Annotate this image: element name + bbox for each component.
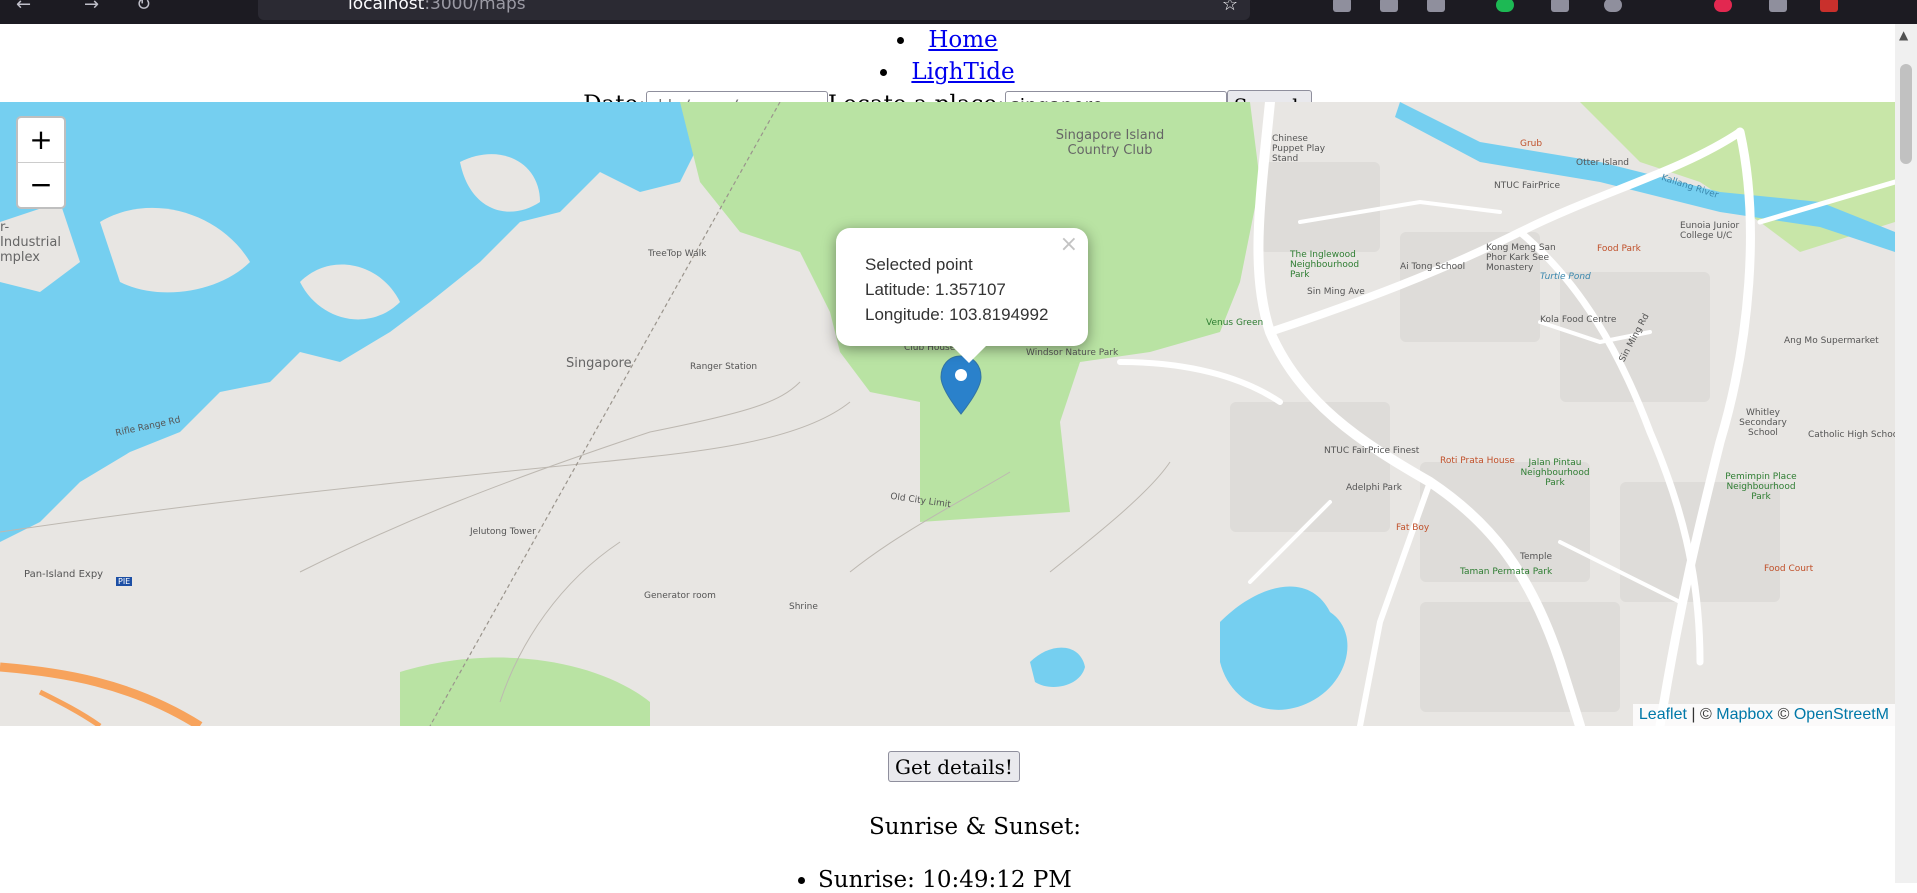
map-label: Otter Island xyxy=(1576,158,1630,168)
map-label: Eunoia Junior College U/C xyxy=(1680,221,1740,241)
home-link[interactable]: Home xyxy=(928,27,997,53)
scrollbar-thumb[interactable] xyxy=(1900,64,1912,164)
map-label: PIE xyxy=(116,577,133,586)
map-label: Roti Prata House xyxy=(1440,456,1515,466)
map-label: NTUC FairPrice Finest xyxy=(1324,446,1420,456)
extension-icon[interactable] xyxy=(1496,0,1514,12)
scroll-up-icon[interactable]: ▲ xyxy=(1899,28,1908,42)
map-label: Whitley Secondary School xyxy=(1739,408,1787,438)
map-label: Adelphi Park xyxy=(1346,483,1402,493)
openstreetmap-link[interactable]: OpenStreetM xyxy=(1794,706,1889,723)
back-icon[interactable]: ← xyxy=(16,0,31,15)
forward-icon[interactable]: → xyxy=(84,0,99,15)
address-bar[interactable]: localhost:3000/maps ☆ xyxy=(258,0,1250,20)
map-label: Ranger Station xyxy=(690,362,758,372)
popup-longitude: Longitude: 103.8194992 xyxy=(865,305,1049,324)
map-attribution: Leaflet | © Mapbox © OpenStreetM xyxy=(1632,704,1895,726)
nav-item: Home xyxy=(0,24,1895,56)
lightide-link[interactable]: LighTide xyxy=(911,59,1014,85)
sun-heading: Sunrise & Sunset: xyxy=(868,814,1082,840)
nav-item: LighTide xyxy=(0,56,1895,88)
get-details-button[interactable]: Get details! xyxy=(888,751,1020,782)
map-label: Temple xyxy=(1520,552,1553,562)
reload-icon[interactable]: ↻ xyxy=(136,0,151,15)
map-label: Chinese Puppet Play Stand xyxy=(1272,134,1326,164)
map-label: Kola Food Centre xyxy=(1540,315,1617,325)
map-label: Generator room xyxy=(644,591,716,601)
leaflet-link[interactable]: Leaflet xyxy=(1639,706,1687,723)
extension-icon[interactable] xyxy=(1714,0,1732,12)
page-scrollbar[interactable]: ▲ xyxy=(1895,24,1917,883)
map-label: Singapore xyxy=(566,356,632,371)
map-label: TreeTop Walk xyxy=(648,249,707,259)
zoom-out-button[interactable]: − xyxy=(18,163,64,207)
browser-toolbar: ← → ↻ localhost:3000/maps ☆ xyxy=(0,0,1917,24)
sunrise-item: Sunrise: 10:49:12 PM xyxy=(818,867,1072,893)
map-label: r-Industrial mplex xyxy=(0,220,61,265)
url-text[interactable]: localhost:3000/maps xyxy=(348,0,526,14)
extension-icon[interactable] xyxy=(1427,0,1445,12)
map-label: Singapore Island Country Club xyxy=(1055,128,1165,158)
map-tiles[interactable] xyxy=(0,102,1895,726)
map-label: Venus Green xyxy=(1206,318,1264,328)
zoom-control: + − xyxy=(16,116,66,209)
account-icon[interactable] xyxy=(1604,0,1622,12)
zoom-in-button[interactable]: + xyxy=(18,118,64,163)
map-label: Food Court xyxy=(1764,564,1814,574)
attribution-separator: © xyxy=(1773,706,1794,723)
map-label: Jalan Pintau Neighbourhood Park xyxy=(1520,458,1590,488)
nav-list: Home LighTide xyxy=(0,24,1895,88)
map-label: Kong Meng San Phor Kark See Monastery xyxy=(1486,243,1556,273)
map-label: Turtle Pond xyxy=(1540,272,1591,282)
map[interactable]: Singapore Island Country Club Singapore … xyxy=(0,102,1895,726)
map-label: Food Park xyxy=(1597,244,1641,254)
map-label: Windsor Nature Park xyxy=(1026,348,1119,358)
map-label: Shrine xyxy=(789,602,818,612)
map-label: Grub xyxy=(1520,139,1543,149)
map-label: Fat Boy xyxy=(1396,523,1430,533)
sun-list: Sunrise: 10:49:12 PM xyxy=(818,867,1072,893)
settings-gear-icon[interactable] xyxy=(1769,0,1787,12)
attribution-separator: | © xyxy=(1686,706,1717,723)
popup-close-icon[interactable]: × xyxy=(1060,232,1078,257)
map-popup: × Selected point Latitude: 1.357107 Long… xyxy=(836,228,1088,346)
extension-icon[interactable] xyxy=(1551,0,1569,12)
map-label: Catholic High School xyxy=(1808,430,1895,440)
map-label: NTUC FairPrice xyxy=(1494,181,1560,191)
popup-latitude: Latitude: 1.357107 xyxy=(865,280,1006,299)
mapbox-link[interactable]: Mapbox xyxy=(1716,706,1773,723)
map-label: Pemimpin Place Neighbourhood Park xyxy=(1725,472,1797,502)
map-label: Sin Ming Ave xyxy=(1307,287,1365,297)
extension-icon[interactable] xyxy=(1820,0,1838,12)
popup-title: Selected point xyxy=(865,255,973,274)
map-label: Pan-Island Expy xyxy=(24,569,104,580)
popup-tip xyxy=(951,345,987,363)
map-label: Jelutong Tower xyxy=(470,527,536,537)
map-label: Ang Mo Supermarket xyxy=(1784,336,1879,346)
extension-icon[interactable] xyxy=(1333,0,1351,12)
map-label: Taman Permata Park xyxy=(1460,567,1553,577)
map-label: The Inglewood Neighbourhood Park xyxy=(1290,250,1360,280)
extension-icon[interactable] xyxy=(1380,0,1398,12)
bookmark-star-icon[interactable]: ☆ xyxy=(1222,0,1238,15)
map-label: Ai Tong School xyxy=(1400,262,1466,272)
